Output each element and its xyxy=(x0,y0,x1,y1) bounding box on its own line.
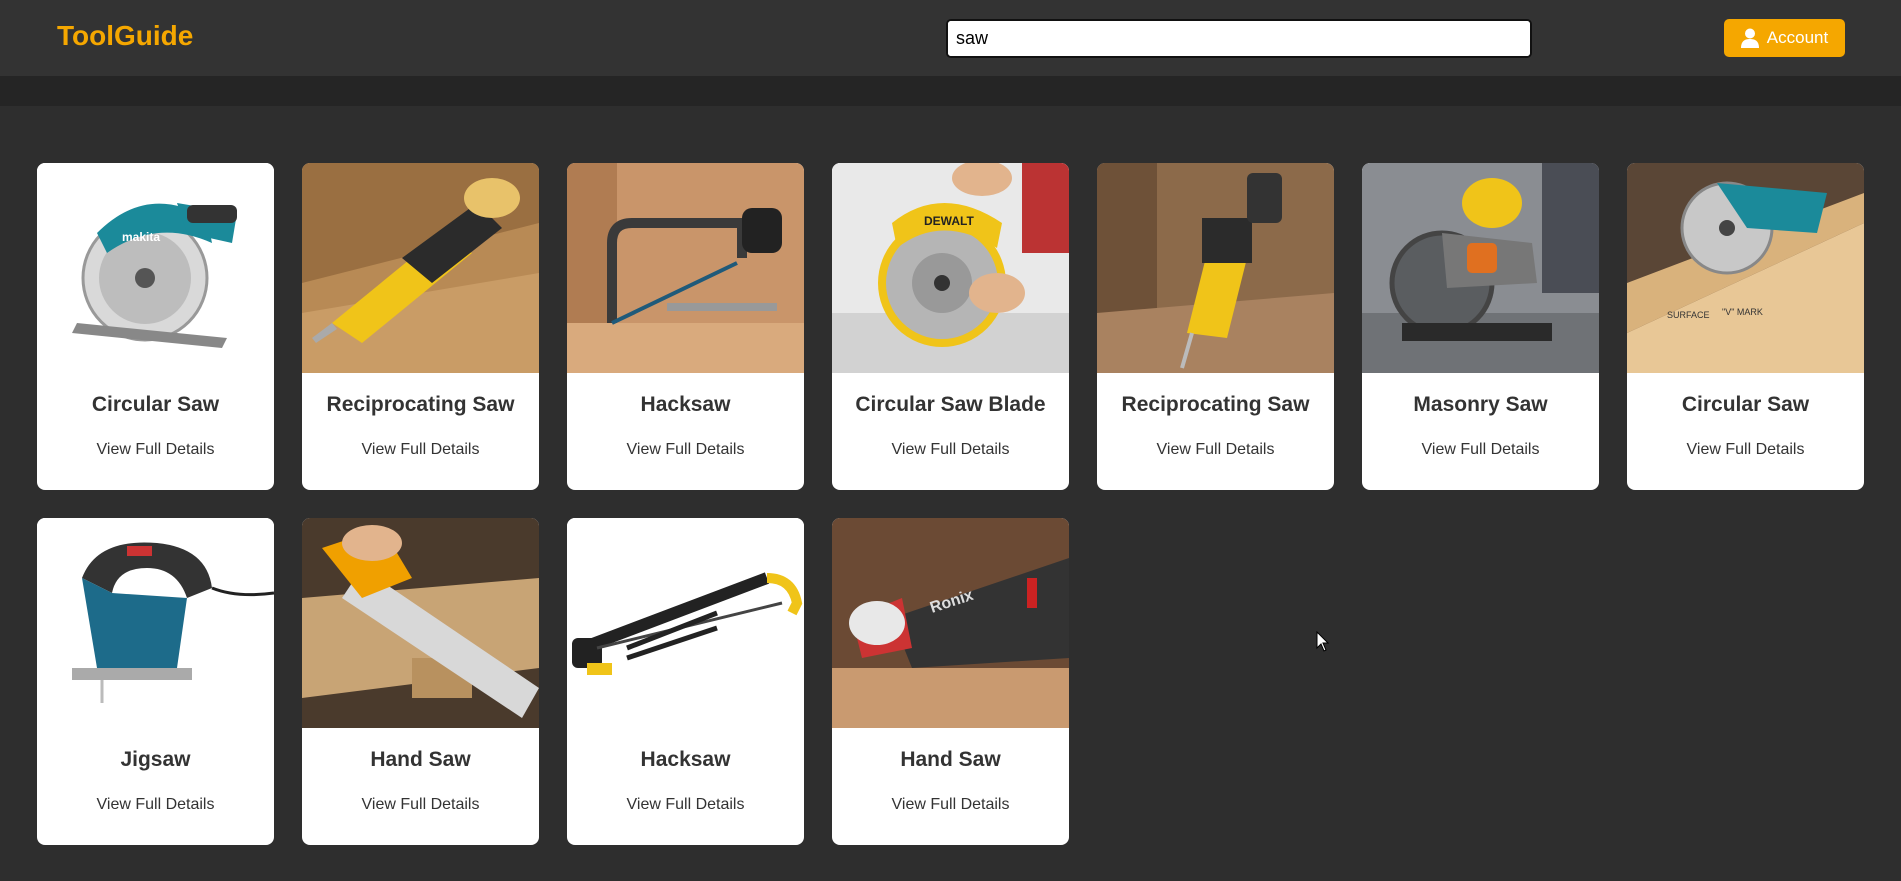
sub-navigation-bar xyxy=(0,76,1901,106)
jigsaw-icon xyxy=(37,518,274,728)
tool-results-grid: makita Circular Saw View Full Details Re… xyxy=(37,163,1864,845)
svg-text:SURFACE: SURFACE xyxy=(1667,310,1710,320)
account-button[interactable]: Account xyxy=(1724,19,1845,57)
view-details-link[interactable]: View Full Details xyxy=(1627,441,1864,459)
view-details-link[interactable]: View Full Details xyxy=(832,796,1069,814)
view-details-link[interactable]: View Full Details xyxy=(302,796,539,814)
hacksaw-icon xyxy=(567,518,804,728)
card-title: Circular Saw Blade xyxy=(855,393,1046,416)
view-details-link[interactable]: View Full Details xyxy=(37,796,274,814)
card-title: Reciprocating Saw xyxy=(1121,393,1310,416)
card-title: Hand Saw xyxy=(900,748,1001,771)
view-details-link[interactable]: View Full Details xyxy=(1097,441,1334,459)
tool-card[interactable]: Jigsaw View Full Details xyxy=(37,518,274,845)
svg-text:DEWALT: DEWALT xyxy=(924,214,974,228)
hacksaw-icon xyxy=(567,163,804,373)
tool-card[interactable]: Reciprocating Saw View Full Details xyxy=(1097,163,1334,490)
reciprocating-saw-icon xyxy=(302,163,539,373)
view-details-link[interactable]: View Full Details xyxy=(302,441,539,459)
card-title: Hand Saw xyxy=(370,748,471,771)
card-title: Masonry Saw xyxy=(1413,393,1548,416)
svg-text:makita: makita xyxy=(122,230,160,244)
card-title: Hacksaw xyxy=(640,748,731,771)
mouse-cursor-icon xyxy=(1316,631,1330,652)
circular-saw-icon: SURFACE "V" MARK xyxy=(1627,163,1864,373)
card-title: Circular Saw xyxy=(91,393,220,416)
view-details-link[interactable]: View Full Details xyxy=(37,441,274,459)
brand-logo[interactable]: ToolGuide xyxy=(57,20,193,52)
hand-saw-icon xyxy=(302,518,539,728)
card-title: Reciprocating Saw xyxy=(326,393,515,416)
tool-card[interactable]: Masonry Saw View Full Details xyxy=(1362,163,1599,490)
view-details-link[interactable]: View Full Details xyxy=(832,441,1069,459)
account-label: Account xyxy=(1766,28,1829,47)
search-input[interactable] xyxy=(946,19,1532,58)
tool-card[interactable]: Ronix Hand Saw View Full Details xyxy=(832,518,1069,845)
circular-saw-blade-icon: DEWALT xyxy=(832,163,1069,373)
card-title: Circular Saw xyxy=(1681,393,1810,416)
view-details-link[interactable]: View Full Details xyxy=(567,796,804,814)
hand-saw-icon: Ronix xyxy=(832,518,1069,728)
top-navigation-bar: ToolGuide Account xyxy=(0,0,1901,76)
card-title: Jigsaw xyxy=(120,748,191,771)
view-details-link[interactable]: View Full Details xyxy=(1362,441,1599,459)
circular-saw-icon: makita xyxy=(37,163,274,373)
tool-card[interactable]: makita Circular Saw View Full Details xyxy=(37,163,274,490)
user-icon xyxy=(1740,28,1759,48)
reciprocating-saw-icon xyxy=(1097,163,1334,373)
tool-card[interactable]: SURFACE "V" MARK Circular Saw View Full … xyxy=(1627,163,1864,490)
tool-card[interactable]: Hacksaw View Full Details xyxy=(567,518,804,845)
masonry-saw-icon xyxy=(1362,163,1599,373)
tool-card[interactable]: Reciprocating Saw View Full Details xyxy=(302,163,539,490)
tool-card[interactable]: DEWALT Circular Saw Blade View Full Deta… xyxy=(832,163,1069,490)
card-title: Hacksaw xyxy=(640,393,731,416)
tool-card[interactable]: Hand Saw View Full Details xyxy=(302,518,539,845)
view-details-link[interactable]: View Full Details xyxy=(567,441,804,459)
svg-text:"V" MARK: "V" MARK xyxy=(1722,307,1763,317)
tool-card[interactable]: Hacksaw View Full Details xyxy=(567,163,804,490)
